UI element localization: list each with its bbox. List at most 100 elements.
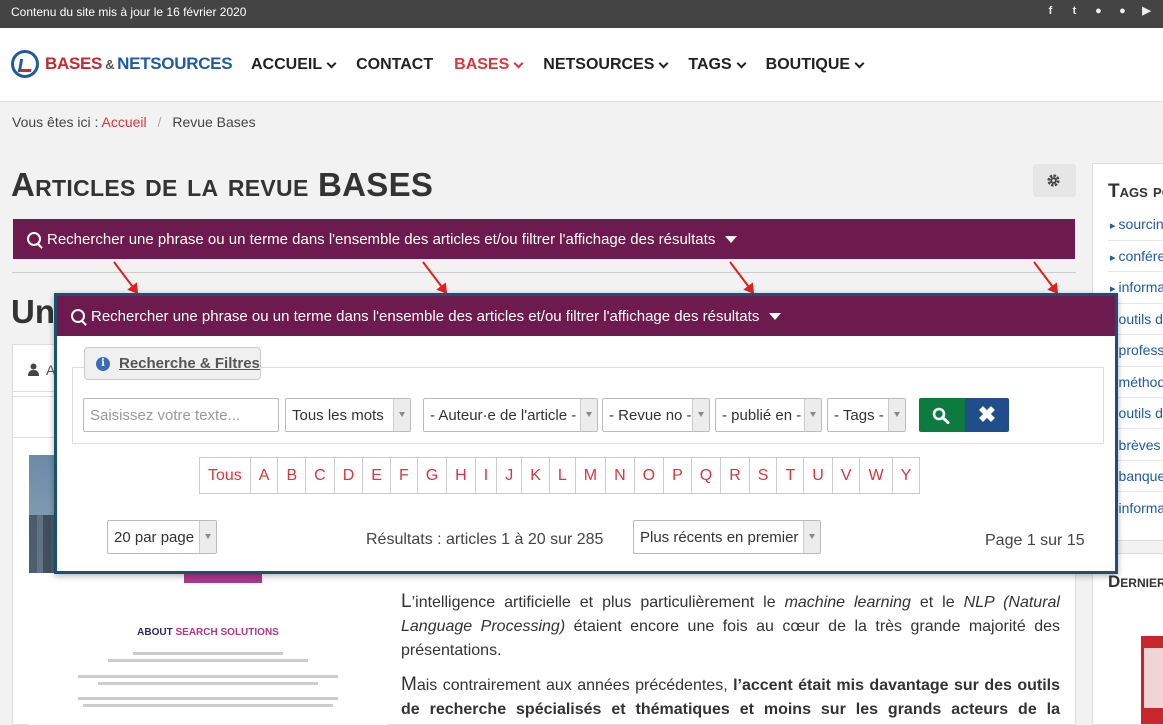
nav-contact[interactable]: CONTACT [356, 56, 433, 74]
search-filter-panel: Rechercher une phrase ou un terme dans l… [54, 293, 1118, 574]
divider [12, 272, 1076, 273]
author-tab[interactable]: A [12, 344, 56, 392]
letter-filter[interactable]: V [831, 457, 861, 494]
gear-icon [1047, 174, 1060, 187]
divider [1108, 240, 1163, 241]
search-input[interactable]: Saisissez votre texte... [83, 398, 279, 432]
letter-filter[interactable]: Tous [199, 457, 251, 494]
magazine-cover-image[interactable] [1141, 636, 1163, 724]
thumbnail-white-panel [29, 573, 387, 725]
latest-issues-sidebar: Derniers numéros [1092, 553, 1163, 725]
letter-filter[interactable]: Q [690, 457, 722, 494]
thumbnail-text-line [78, 675, 338, 678]
letter-filter[interactable]: T [776, 457, 805, 494]
clear-button[interactable]: ✖ [965, 398, 1009, 432]
sort-select[interactable]: Plus récents en premier [633, 520, 821, 554]
letter-filter[interactable]: N [605, 457, 635, 494]
site-logo[interactable]: BASES & NETSOURCES [11, 50, 233, 78]
letter-filter[interactable]: Y [891, 457, 921, 494]
tab-panel-stub [12, 396, 56, 438]
logo-netsources: NETSOURCES [117, 54, 233, 73]
annotation-arrow [729, 261, 752, 290]
sidebar-title: Tags populaires [1108, 181, 1163, 202]
letter-filter[interactable]: G [416, 457, 448, 494]
letter-filter[interactable]: M [574, 457, 607, 494]
thumbnail-accent-bar [184, 573, 262, 583]
site-header: BASES & NETSOURCES ACCUEIL CONTACT BASES N… [0, 28, 1163, 102]
select-value: - Auteur·e de l'article - [430, 406, 577, 424]
letter-filter[interactable]: L [548, 457, 576, 494]
nav-boutique[interactable]: BOUTIQUE [765, 56, 865, 74]
author-select[interactable]: - Auteur·e de l'article - [423, 398, 598, 432]
per-page-select[interactable]: 20 par page [107, 520, 217, 554]
search-icon [27, 232, 41, 246]
breadcrumb-prefix: Vous êtes ici : [12, 114, 99, 130]
chevron-down-icon [658, 58, 669, 68]
letter-filter[interactable]: K [521, 457, 550, 494]
select-value: - Revue no - [609, 406, 692, 424]
caret-down-icon [769, 312, 782, 320]
breadcrumb: Vous êtes ici : Accueil / Revue Bases [12, 114, 256, 130]
letter-filter[interactable]: O [633, 457, 665, 494]
twitter-icon[interactable]: t [1068, 5, 1081, 18]
facebook-icon[interactable]: f [1044, 5, 1057, 18]
divider [1108, 271, 1163, 272]
letter-filter[interactable]: J [496, 457, 523, 494]
letter-filter[interactable]: F [389, 457, 418, 494]
nav-label: ACCUEIL [251, 56, 323, 73]
issue-select[interactable]: - Revue no - [602, 398, 710, 432]
letter-filter[interactable]: S [748, 457, 778, 494]
youtube-icon[interactable]: ▶ [1140, 5, 1153, 18]
sidebar-tag-link[interactable]: conférences [1110, 248, 1163, 264]
letter-filter[interactable]: E [362, 457, 391, 494]
nav-netsources[interactable]: NETSOURCES [543, 56, 669, 74]
filter-legend-label: Recherche & Filtres [119, 355, 260, 372]
nav-label: BOUTIQUE [765, 56, 851, 73]
letter-filter[interactable]: I [474, 457, 498, 494]
bullet-icon[interactable]: ● [1116, 5, 1129, 18]
page-title: Articles de la revue BASES [11, 166, 434, 203]
letter-filter[interactable]: R [720, 457, 750, 494]
letter-filter[interactable]: P [663, 457, 692, 494]
dropdown-arrow-icon [804, 399, 821, 431]
search-toggle-bar-expanded[interactable]: Rechercher une phrase ou un terme dans l… [57, 296, 1115, 336]
thumbnail-text-line [78, 697, 338, 700]
published-select[interactable]: - publié en - [715, 398, 822, 432]
letter-filter[interactable]: H [446, 457, 476, 494]
sidebar-title: Derniers numéros [1108, 572, 1163, 591]
annotation-arrow [1033, 261, 1056, 290]
breadcrumb-separator: / [157, 114, 162, 130]
letter-filter[interactable]: D [333, 457, 364, 494]
nav-bases[interactable]: BASES [454, 56, 524, 74]
nav-label: CONTACT [356, 56, 434, 73]
drop-cap: M [401, 674, 417, 695]
breadcrumb-current: Revue Bases [172, 114, 256, 130]
breadcrumb-home-link[interactable]: Accueil [102, 114, 147, 130]
search-toggle-bar[interactable]: Rechercher une phrase ou un terme dans l… [13, 219, 1075, 259]
logo-text: BASES & NETSOURCES [45, 54, 233, 74]
annotation-arrow [113, 261, 136, 290]
letter-filter[interactable]: U [803, 457, 833, 494]
settings-button[interactable] [1033, 164, 1076, 197]
nav-label: BASES [454, 56, 510, 73]
letter-filter[interactable]: W [859, 457, 893, 494]
letter-filter[interactable]: B [277, 457, 307, 494]
word-mode-select[interactable]: Tous les mots [285, 398, 411, 432]
tags-select[interactable]: - Tags - [827, 398, 906, 432]
annotation-arrow [422, 261, 445, 290]
thumbnail-heading-prefix: ABOUT [137, 627, 176, 638]
thumbnail-text-line [133, 652, 283, 655]
letter-filter[interactable]: C [305, 457, 335, 494]
sidebar-tag-link[interactable]: sourcing [1110, 216, 1163, 232]
bullet-icon[interactable]: ● [1092, 5, 1105, 18]
filter-legend[interactable]: i Recherche & Filtres [84, 347, 261, 380]
thumbnail-text-line [98, 682, 318, 685]
search-icon [71, 309, 85, 323]
user-icon [28, 363, 39, 376]
select-value: Tous les mots [292, 406, 384, 424]
search-button[interactable] [919, 398, 965, 432]
letter-filter[interactable]: A [249, 457, 279, 494]
nav-tags[interactable]: TAGS [688, 56, 747, 74]
nav-accueil[interactable]: ACCUEIL [251, 56, 337, 74]
chevron-down-icon [326, 58, 337, 68]
